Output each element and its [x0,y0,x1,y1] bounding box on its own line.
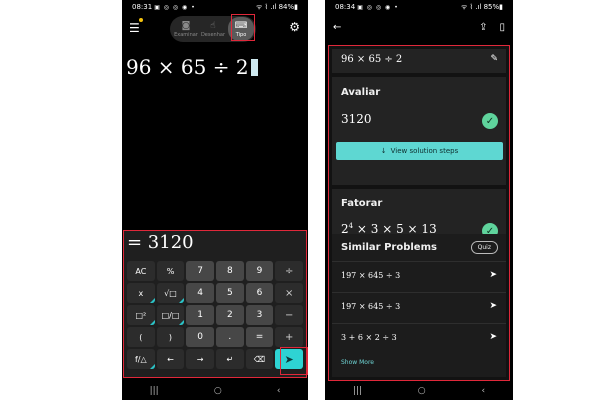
back-arrow-icon[interactable]: ← [333,22,341,33]
keypad-key[interactable]: 9 [245,261,274,281]
expression-input[interactable]: 96 × 65 ÷ 2 [126,55,258,79]
keypad-key[interactable]: = [245,327,274,347]
keypad-key[interactable]: 4 [186,283,214,303]
keypad-key[interactable]: × [275,283,303,303]
keypad-key[interactable]: − [275,305,303,325]
home-button[interactable]: ○ [418,386,426,396]
phone-left-screen: 08:31 ▣ ◎ ◎ ◉ • ᯤ ⌇ .ıl 84%▮ ☰ ◙ Examina… [122,0,308,400]
mode-draw[interactable]: ☝ Desenhar [199,16,227,42]
system-nav-bar: ||| ○ ‹ [122,382,308,400]
hand-draw-icon: ☝ [210,20,216,31]
keypad-key[interactable]: 3 [245,305,274,325]
expression-card: 96 × 65 ÷ 2 ✎ [332,49,506,73]
keypad-key[interactable]: 5 [215,283,244,303]
keypad-key[interactable]: 6 [245,283,274,303]
bookmark-icon[interactable]: ▯ [499,22,505,33]
mode-scan-label: Examinar [174,31,198,38]
keypad-key[interactable]: ( [127,327,155,347]
keypad-key[interactable]: ÷ [275,261,303,281]
keypad-key[interactable]: % [156,261,185,281]
solution-panel: 96 × 65 ÷ 2 ✎ Avaliar 3120 ✓ ↓ View solu… [328,45,510,381]
back-button[interactable]: ‹ [277,386,281,396]
send-arrow-icon: ➤ [489,332,497,342]
quiz-button[interactable]: Quiz [470,241,498,254]
send-arrow-icon: ➤ [489,270,497,280]
similar-problem-item[interactable]: 197 × 645 ÷ 3 ➤ [332,292,506,322]
enter-button[interactable]: ➤ [275,349,303,369]
similar-problem-item[interactable]: 197 × 645 ÷ 3 ➤ [332,261,506,291]
keypad-key[interactable]: □/□ [156,305,185,325]
similar-problems-title: Similar Problems [341,242,437,253]
keypad-key[interactable]: f/△ [127,349,155,369]
evaluate-card: Avaliar 3120 ✓ ↓ View solution steps [332,77,506,185]
status-bar: 08:34 ▣ ◎ ◎ ◉ • ᯤ ⌇ .ıl 85%▮ [325,0,513,14]
factor-title: Fatorar [341,198,383,209]
keypad-key[interactable]: ) [156,327,185,347]
gear-icon[interactable]: ⚙ [289,20,300,34]
send-arrow-icon: ➤ [489,301,497,311]
view-solution-steps-label: View solution steps [390,147,459,155]
status-bar: 08:31 ▣ ◎ ◎ ◉ • ᯤ ⌇ .ıl 84%▮ [122,0,308,14]
keypad-key[interactable]: 0 [186,327,214,347]
system-nav-bar: ||| ○ ‹ [325,382,513,400]
pencil-icon[interactable]: ✎ [490,54,498,64]
result-preview: = 3120 [127,232,194,253]
recents-button[interactable]: ||| [353,386,362,396]
text-cursor [250,58,258,76]
keypad-key[interactable]: . [215,327,244,347]
mode-type[interactable]: ⌨ Tipo [228,17,254,41]
keypad-key[interactable]: 7 [186,261,214,281]
keypad-key[interactable]: ⌫ [245,349,274,369]
similar-problem-expression: 197 × 645 ÷ 3 [341,302,401,311]
view-solution-steps-button[interactable]: ↓ View solution steps [336,142,503,160]
status-time: 08:34 [335,3,356,11]
notification-dot-icon [139,18,143,22]
input-mode-switcher: ◙ Examinar ☝ Desenhar ⌨ Tipo [170,16,256,42]
similar-problem-item[interactable]: 3 + 6 × 2 ÷ 3 ➤ [332,323,506,353]
menu-icon[interactable]: ☰ [129,22,140,34]
check-icon: ✓ [482,113,498,129]
phone-right-screen: 08:34 ▣ ◎ ◎ ◉ • ᯤ ⌇ .ıl 85%▮ ← ⇪ ▯ 96 × … [325,0,513,400]
keypad-key[interactable]: 2 [215,305,244,325]
keypad-key[interactable]: + [275,327,303,347]
back-button[interactable]: ‹ [481,386,485,396]
keypad-key[interactable]: → [186,349,214,369]
mode-type-label: Tipo [235,31,247,38]
share-icon[interactable]: ⇪ [479,22,487,33]
show-more-link[interactable]: Show More [341,359,374,366]
keypad-key[interactable]: ← [156,349,185,369]
keyboard-icon: ⌨ [234,20,248,31]
evaluate-result: 3120 [341,112,372,126]
top-bar: ☰ ◙ Examinar ☝ Desenhar ⌨ Tipo ⚙ [122,14,308,44]
status-notification-icons: ▣ ◎ ◎ ◉ • [357,3,399,11]
math-keypad-panel: = 3120 AC% 7 8 9 ÷ x √□ 4 5 6 × □² □/□ 1 2 3− () 0. = + f/△ ←… [123,230,307,378]
status-time: 08:31 [132,3,153,11]
problem-expression: 96 × 65 ÷ 2 [341,54,403,65]
keypad-key[interactable]: ↵ [215,349,244,369]
status-system-icons: ᯤ ⌇ .ıl 85%▮ [460,2,503,11]
home-button[interactable]: ○ [214,386,222,396]
mode-draw-label: Desenhar [200,31,226,38]
keypad-key[interactable]: 8 [215,261,244,281]
keypad-key[interactable]: x [127,283,155,303]
similar-problem-expression: 3 + 6 × 2 ÷ 3 [341,333,397,342]
recents-button[interactable]: ||| [150,386,159,396]
keypad-key[interactable]: AC [127,261,155,281]
keypad-key[interactable]: √□ [156,283,185,303]
status-system-icons: ᯤ ⌇ .ıl 84%▮ [255,2,298,11]
evaluate-title: Avaliar [341,87,381,98]
top-bar: ← ⇪ ▯ [325,14,513,40]
camera-icon: ◙ [181,20,191,31]
keypad-key[interactable]: 1 [186,305,214,325]
expression-text: 96 × 65 ÷ 2 [126,55,249,79]
keypad-grid: AC% 7 8 9 ÷ x √□ 4 5 6 × □² □/□ 1 2 3− () 0. = + f/△ ← → ↵ ⌫ ➤ [127,261,303,369]
mode-scan[interactable]: ◙ Examinar [172,16,200,42]
similar-problems-card: Similar Problems Quiz 197 × 645 ÷ 3 ➤ 19… [332,234,506,377]
status-notification-icons: ▣ ◎ ◎ ◉ • [154,3,196,11]
arrow-down-icon: ↓ [380,147,387,155]
keypad-key[interactable]: □² [127,305,155,325]
similar-problem-expression: 197 × 645 ÷ 3 [341,271,401,280]
